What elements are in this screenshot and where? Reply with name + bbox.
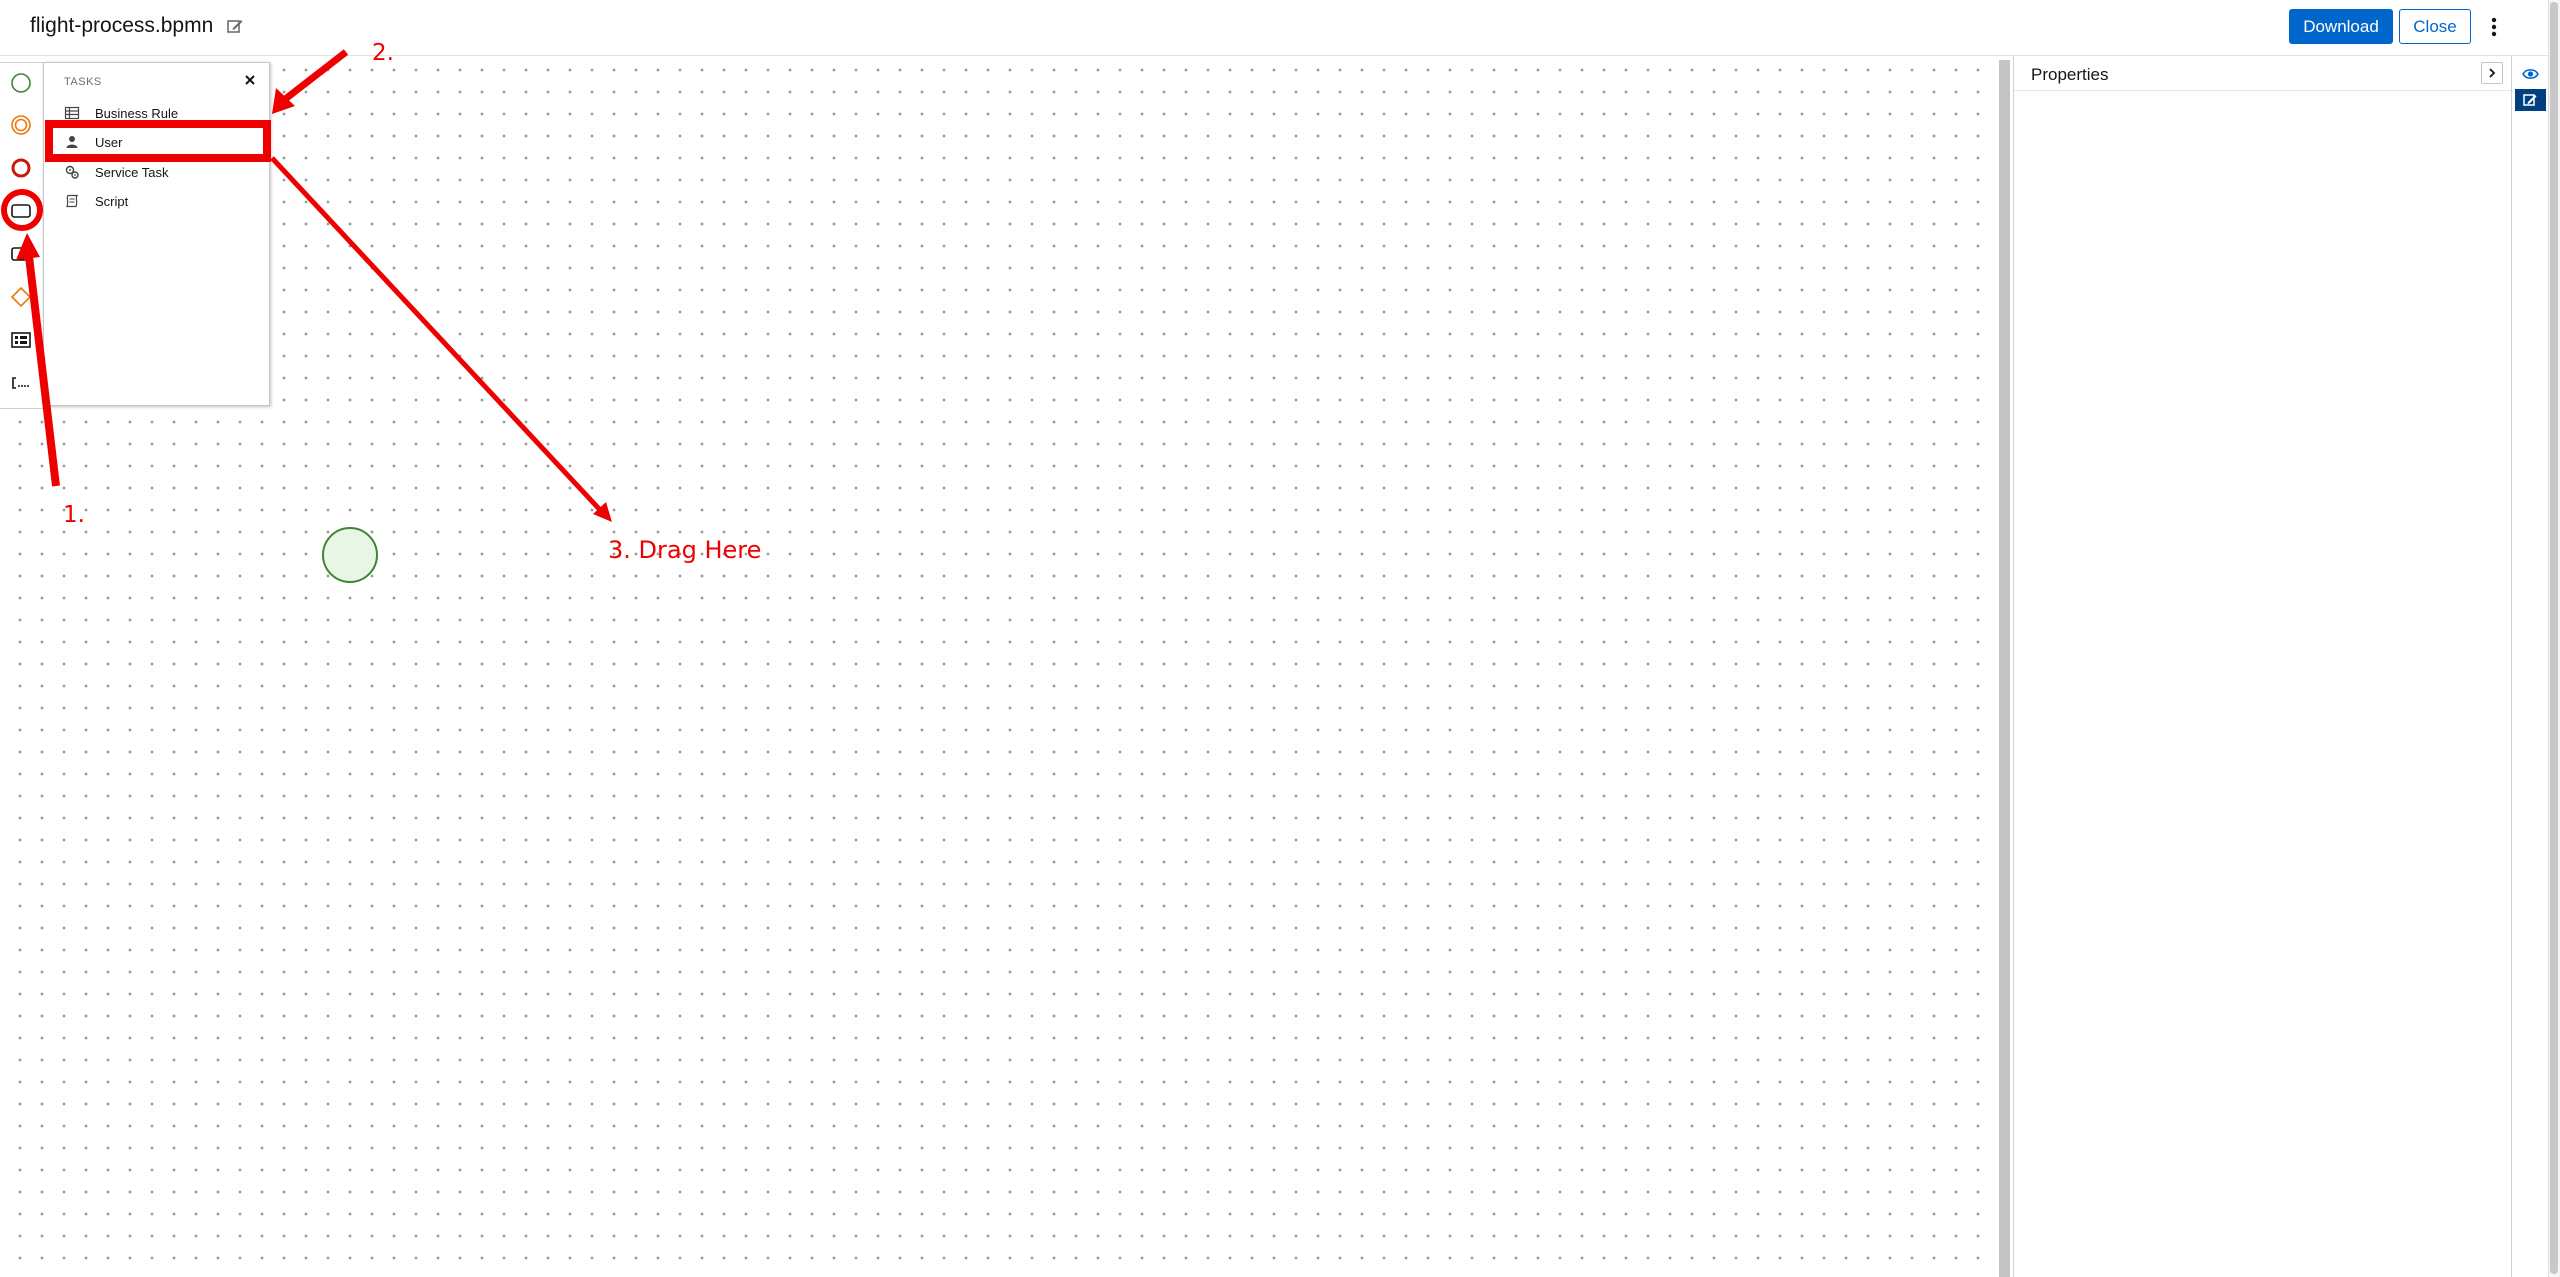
collapse-panel-button[interactable] [2481,62,2503,84]
preview-button[interactable] [2515,63,2546,85]
chevron-right-icon [2489,68,2496,78]
right-sidebar [2511,56,2549,1277]
palette-tasks[interactable] [2,191,40,231]
flyout-item-script[interactable]: Script [44,189,269,215]
palette-end-event[interactable] [2,148,40,188]
editor-header: flight-process.bpmn Download Close [0,0,2560,56]
properties-title: Properties [2031,65,2109,84]
flyout-item-label: Business Rule [95,106,179,121]
download-button[interactable]: Download [2289,9,2393,44]
flyout-item-business-rule[interactable]: Business Rule [44,101,269,127]
canvas-scrollbar[interactable] [1999,60,2010,1277]
flyout-item-user[interactable]: User [44,130,269,156]
properties-panel: Properties [2013,56,2511,1277]
eye-icon [2522,69,2539,79]
circle-red-icon [11,158,31,178]
edit-title-icon[interactable] [226,17,248,39]
palette-intermediate-event[interactable] [2,105,40,145]
subprocess-icon [11,247,31,261]
palette-start-event[interactable] [2,63,40,103]
properties-header: Properties [2014,56,2511,91]
flyout-item-label: Service Task [95,165,169,180]
palette-artifacts[interactable] [2,363,40,403]
close-button[interactable]: Close [2399,9,2471,44]
table-icon [64,105,80,121]
script-icon [64,193,80,209]
edit-icon [2523,94,2537,106]
palette-lanes[interactable] [2,320,40,360]
palette-subprocess[interactable] [2,234,40,274]
circle-green-icon [11,73,31,93]
double-circle-orange-icon [11,115,31,135]
user-icon [64,134,80,150]
flyout-item-service-task[interactable]: Service Task [44,160,269,186]
diagram-canvas[interactable] [0,56,1998,1277]
file-title: flight-process.bpmn [30,14,214,37]
palette-gateway[interactable] [2,277,40,317]
flyout-title: TASKS [64,76,102,88]
properties-edit-button[interactable] [2515,89,2546,111]
tasks-flyout: TASKS Business Rule User Service Task Sc… [43,62,270,406]
start-event-node[interactable] [322,527,378,583]
lane-icon [11,332,31,348]
flyout-item-label: Script [95,194,129,209]
rounded-rect-icon [11,204,31,218]
annotation-icon [12,377,29,389]
diamond-orange-icon [10,286,32,308]
gears-icon [64,164,80,180]
shape-palette [0,62,44,409]
more-options-icon[interactable] [2484,14,2504,40]
window-scrollbar-thumb[interactable] [2550,2,2558,1274]
close-icon[interactable] [241,71,259,89]
flyout-item-label: User [95,135,123,150]
